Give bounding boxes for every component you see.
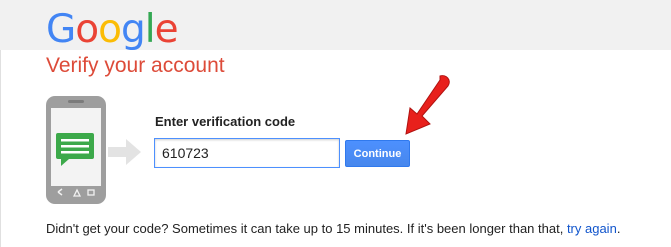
logo-letter: o (98, 7, 122, 52)
red-pointer-arrow-icon (405, 75, 450, 135)
help-text: Didn't get your code? Sometimes it can t… (46, 221, 620, 236)
google-logo: Google (46, 7, 179, 52)
code-field-label: Enter verification code (155, 114, 296, 129)
logo-letter: g (120, 7, 146, 52)
try-again-link[interactable]: try again (567, 221, 617, 236)
top-bar: Google (0, 0, 671, 52)
logo-letter: G (46, 7, 76, 52)
phone-with-sms-icon (46, 96, 106, 204)
verification-code-input[interactable] (154, 138, 340, 168)
continue-button[interactable]: Continue (345, 140, 410, 167)
right-arrow-icon (108, 139, 141, 165)
help-suffix: . (616, 221, 621, 236)
logo-letter: l (144, 7, 156, 52)
logo-letter: e (154, 7, 179, 52)
logo-letter: o (75, 7, 99, 52)
page-title: Verify your account (46, 54, 225, 77)
help-message: Didn't get your code? Sometimes it can t… (46, 221, 567, 236)
